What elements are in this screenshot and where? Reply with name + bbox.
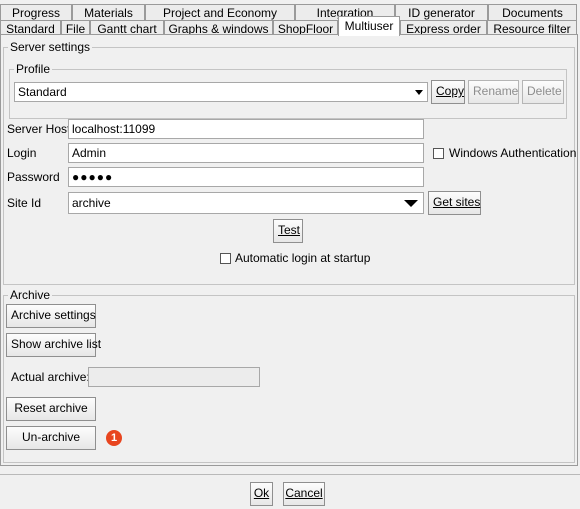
- tab-project-and-economy[interactable]: Project and Economy: [145, 4, 295, 21]
- server-settings-title: Server settings: [8, 40, 93, 54]
- delete-button[interactable]: Delete: [522, 80, 564, 104]
- password-input[interactable]: ●●●●●: [68, 167, 424, 187]
- cancel-button-label: Cancel: [285, 486, 323, 500]
- windows-authentication-label: Windows Authentication: [449, 146, 577, 160]
- server-host-input[interactable]: localhost:11099: [68, 119, 424, 139]
- un-archive-button[interactable]: Un-archive: [6, 426, 96, 450]
- tab-materials[interactable]: Materials: [72, 4, 145, 21]
- windows-authentication-checkbox[interactable]: [433, 148, 444, 159]
- password-label: Password: [7, 170, 60, 184]
- copy-button-label: Copy: [436, 84, 465, 98]
- ok-button-label: Ok: [253, 486, 270, 500]
- tab-id-generator[interactable]: ID generator: [395, 4, 488, 21]
- ok-button[interactable]: Ok: [250, 482, 273, 506]
- copy-button[interactable]: Copy: [431, 80, 465, 104]
- login-input[interactable]: Admin: [68, 143, 424, 163]
- footer-separator: [0, 474, 580, 475]
- test-button[interactable]: Test: [273, 219, 303, 243]
- site-id-value: archive: [72, 196, 111, 210]
- profile-select[interactable]: Standard: [14, 82, 428, 102]
- site-id-label: Site Id: [7, 196, 42, 210]
- login-label: Login: [7, 146, 37, 160]
- test-button-label: Test: [278, 223, 301, 237]
- notification-badge: 1: [106, 430, 122, 446]
- show-archive-list-button[interactable]: Show archive list: [6, 333, 101, 357]
- chevron-down-icon: [415, 90, 423, 95]
- server-host-label: Server Host: [7, 122, 71, 136]
- multiuser-panel: Server settings Profile Standard Copy Re…: [0, 34, 578, 466]
- profile-selected-value: Standard: [18, 85, 67, 99]
- tab-documents[interactable]: Documents: [488, 4, 577, 21]
- archive-title: Archive: [8, 288, 53, 302]
- tab-multiuser[interactable]: Multiuser: [338, 16, 400, 36]
- profile-group: Profile Standard Copy Rename Delete: [9, 62, 567, 119]
- actual-archive-field: [88, 367, 260, 387]
- archive-group: Archive Archive settings Show archive li…: [3, 288, 575, 463]
- profile-title: Profile: [14, 62, 53, 76]
- automatic-login-label: Automatic login at startup: [235, 251, 371, 265]
- reset-archive-button[interactable]: Reset archive: [6, 397, 96, 421]
- server-settings-group: Server settings Profile Standard Copy Re…: [3, 40, 577, 285]
- get-sites-button-label: Get sites: [433, 195, 481, 209]
- get-sites-button[interactable]: Get sites: [428, 191, 481, 215]
- chevron-down-icon: [404, 200, 418, 207]
- tab-progress[interactable]: Progress: [0, 4, 72, 21]
- actual-archive-label: Actual archive:: [11, 370, 90, 384]
- rename-button[interactable]: Rename: [468, 80, 519, 104]
- cancel-button[interactable]: Cancel: [283, 482, 325, 506]
- site-id-select[interactable]: archive: [68, 192, 424, 214]
- archive-settings-button[interactable]: Archive settings: [6, 304, 96, 328]
- automatic-login-checkbox[interactable]: [220, 253, 231, 264]
